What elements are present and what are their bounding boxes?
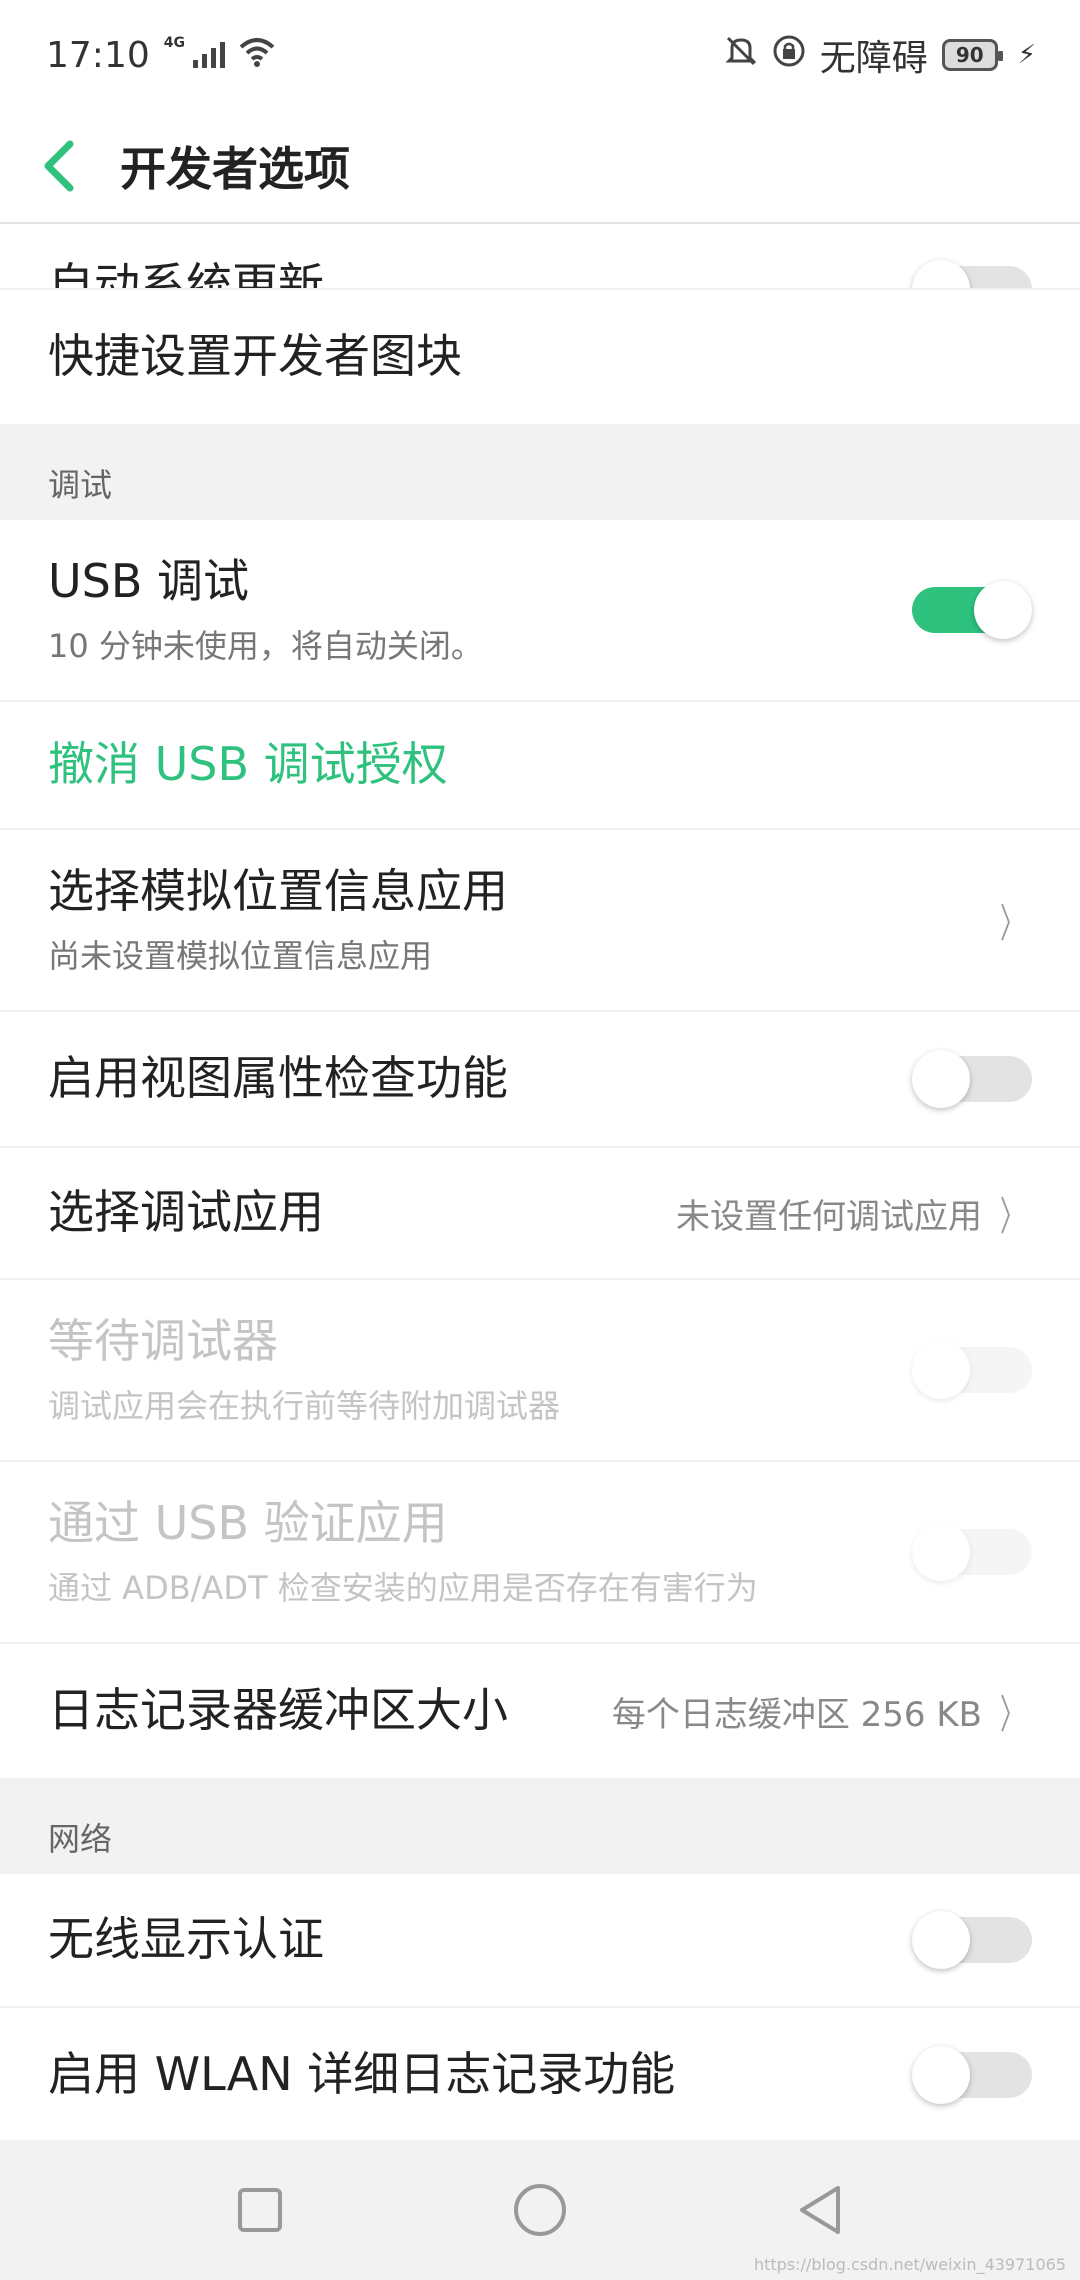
- row-wait-debugger: 等待调试器 调试应用会在执行前等待附加调试器: [0, 1280, 1080, 1462]
- row-texts: 启用 WLAN 详细日志记录功能: [48, 2046, 675, 2104]
- battery-level: 90: [955, 43, 984, 67]
- navigation-bar: https://blog.csdn.net/weixin_43971065: [0, 2140, 1080, 2280]
- signal-icon: [192, 42, 225, 68]
- row-texts: 无线显示认证: [48, 1911, 324, 1969]
- chevron-right-icon: 〉: [1000, 1194, 1024, 1240]
- network-type: 4G: [163, 35, 185, 51]
- toggle-knob: [912, 1341, 970, 1399]
- charging-icon: ⚡: [1017, 40, 1036, 70]
- row-wireless-display[interactable]: 无线显示认证: [0, 1874, 1080, 2008]
- row-value: 每个日志缓冲区 256 KB: [611, 1694, 982, 1735]
- row-title: 选择调试应用: [48, 1185, 324, 1240]
- row-title: 等待调试器: [48, 1314, 278, 1369]
- row-title: 快捷设置开发者图块: [48, 329, 462, 384]
- row-usb-debug[interactable]: USB 调试 10 分钟未使用，将自动关闭。: [0, 520, 1080, 702]
- clock: 17:10: [46, 34, 150, 76]
- accessibility-label: 无障碍: [819, 38, 928, 79]
- section-title: 调试: [48, 466, 113, 504]
- row-log-buffer[interactable]: 日志记录器缓冲区大小 每个日志缓冲区 256 KB 〉: [0, 1644, 1080, 1780]
- back-nav-button[interactable]: [780, 2170, 860, 2250]
- row-title: USB 调试: [48, 554, 250, 609]
- row-texts: 等待调试器 调试应用会在执行前等待附加调试器: [48, 1313, 560, 1427]
- row-auto-update[interactable]: 自动系统更新: [0, 224, 1080, 290]
- square-icon: [238, 2188, 282, 2232]
- mute-bell-icon: [724, 34, 758, 77]
- wait-debugger-toggle: [912, 1341, 1032, 1399]
- row-title: 启用 WLAN 详细日志记录功能: [48, 2047, 676, 2102]
- toggle-knob: [912, 1911, 970, 1969]
- row-texts: 撤消 USB 调试授权: [48, 736, 448, 794]
- row-title: 启用视图属性检查功能: [48, 1051, 508, 1106]
- toggle-knob: [912, 2046, 970, 2104]
- row-texts: USB 调试 10 分钟未使用，将自动关闭。: [48, 553, 483, 667]
- wireless-display-toggle[interactable]: [912, 1911, 1032, 1969]
- chevron-right-icon: 〉: [1000, 1692, 1024, 1738]
- section-header-network: 网络: [0, 1780, 1080, 1874]
- row-right: 未设置任何调试应用 〉: [676, 1184, 1032, 1242]
- row-subtitle: 调试应用会在执行前等待附加调试器: [48, 1386, 561, 1425]
- circle-icon: [514, 2184, 566, 2236]
- status-left: 17:10 4G: [46, 35, 275, 76]
- row-texts: 自动系统更新: [48, 257, 324, 290]
- back-button[interactable]: [0, 109, 120, 223]
- row-mock-location[interactable]: 选择模拟位置信息应用 尚未设置模拟位置信息应用 〉: [0, 830, 1080, 1012]
- row-right: 〉: [992, 891, 1032, 949]
- row-texts: 日志记录器缓冲区大小: [48, 1682, 508, 1740]
- row-quick-tiles[interactable]: 快捷设置开发者图块: [0, 290, 1080, 426]
- settings-list[interactable]: 自动系统更新 快捷设置开发者图块 调试 USB 调试 10 分钟未使用，将自动关…: [0, 224, 1080, 2140]
- row-subtitle: 10 分钟未使用，将自动关闭。: [48, 626, 483, 665]
- battery-icon: 90: [941, 39, 1003, 71]
- lock-rotation-icon: [772, 34, 806, 77]
- status-bar: 17:10 4G 无障碍 90 ⚡: [0, 0, 1080, 110]
- wifi-icon: [239, 35, 275, 76]
- view-attr-toggle[interactable]: [912, 1050, 1032, 1108]
- row-title: 自动系统更新: [48, 257, 324, 290]
- recents-button[interactable]: [220, 2170, 300, 2250]
- home-button[interactable]: [500, 2170, 580, 2250]
- row-texts: 选择模拟位置信息应用 尚未设置模拟位置信息应用: [48, 863, 508, 977]
- row-title: 撤消 USB 调试授权: [48, 737, 448, 792]
- row-view-attr[interactable]: 启用视图属性检查功能: [0, 1012, 1080, 1148]
- usb-debug-toggle[interactable]: [912, 581, 1032, 639]
- row-revoke-usb[interactable]: 撤消 USB 调试授权: [0, 702, 1080, 830]
- row-subtitle: 尚未设置模拟位置信息应用: [48, 936, 433, 975]
- row-texts: 快捷设置开发者图块: [48, 328, 462, 386]
- toggle-knob: [912, 1050, 970, 1108]
- toggle-knob: [974, 581, 1032, 639]
- chevron-left-icon: [44, 140, 74, 192]
- row-subtitle: 通过 ADB/ADT 检查安装的应用是否存在有害行为: [48, 1568, 758, 1607]
- toggle-knob: [912, 1523, 970, 1581]
- row-title: 无线显示认证: [48, 1912, 324, 1967]
- app-bar: 开发者选项: [0, 110, 1080, 224]
- auto-update-toggle[interactable]: [912, 260, 1032, 288]
- status-right: 无障碍 90 ⚡: [724, 29, 1036, 81]
- row-title: 日志记录器缓冲区大小: [48, 1683, 508, 1738]
- row-value: 未设置任何调试应用: [676, 1196, 982, 1237]
- row-wlan-log[interactable]: 启用 WLAN 详细日志记录功能: [0, 2008, 1080, 2140]
- row-right: 每个日志缓冲区 256 KB 〉: [612, 1682, 1032, 1740]
- wlan-log-toggle[interactable]: [912, 2046, 1032, 2104]
- row-texts: 选择调试应用: [48, 1184, 324, 1242]
- row-debug-app[interactable]: 选择调试应用 未设置任何调试应用 〉: [0, 1148, 1080, 1280]
- toggle-knob: [912, 260, 970, 288]
- verify-usb-toggle: [912, 1523, 1032, 1581]
- triangle-back-icon: [800, 2186, 840, 2234]
- row-verify-usb: 通过 USB 验证应用 通过 ADB/ADT 检查安装的应用是否存在有害行为: [0, 1462, 1080, 1644]
- watermark: https://blog.csdn.net/weixin_43971065: [753, 2255, 1066, 2274]
- row-title: 通过 USB 验证应用: [48, 1496, 448, 1551]
- row-texts: 通过 USB 验证应用 通过 ADB/ADT 检查安装的应用是否存在有害行为: [48, 1495, 758, 1609]
- page-title: 开发者选项: [120, 142, 350, 196]
- row-title: 选择模拟位置信息应用: [48, 864, 508, 919]
- section-header-debug: 调试: [0, 426, 1080, 520]
- chevron-right-icon: 〉: [1000, 901, 1024, 947]
- row-texts: 启用视图属性检查功能: [48, 1050, 508, 1108]
- section-title: 网络: [48, 1820, 113, 1858]
